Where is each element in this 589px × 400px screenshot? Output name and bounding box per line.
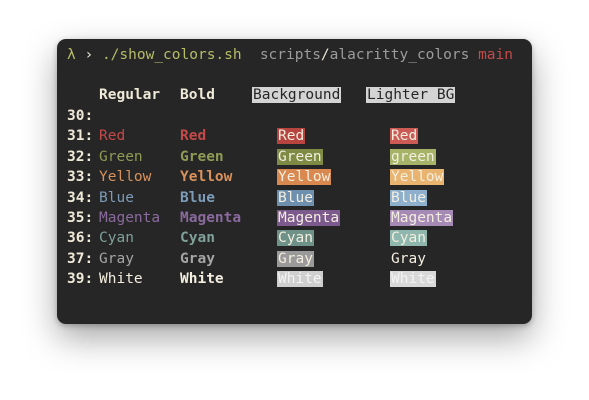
background-cell-blue: Blue [277,188,314,208]
right-prompt: scripts/alacritty_colors main [260,45,513,65]
row-number: 37: [67,250,94,267]
cwd-separator: / [320,47,330,63]
bold-red: Red [180,128,207,145]
lighter-bg-blue: Blue [390,189,427,206]
row-number: 39: [67,271,94,288]
header-background-cell: Background [252,85,342,105]
background-blue: Blue [277,189,314,206]
lighter-bg-magenta: Magenta [390,210,454,226]
cwd-current: alacritty_colors [329,47,470,63]
background-magenta: Magenta [277,210,341,226]
prompt-arrow-icon: › [84,47,94,63]
regular-green: Green [99,148,143,165]
lighter-bg-cyan: Cyan [390,230,427,247]
background-cell-white: White [277,269,323,289]
bold-magenta: Magenta [180,210,242,226]
shell-prompt: λ › ./show_colors.sh [67,45,242,65]
lighter-bg-white: White [390,271,436,288]
header-bold: Bold [180,87,215,103]
background-cell-green: Green [277,147,323,167]
row-number: 33: [67,169,94,186]
lighter-bg-cell-magenta: Magenta [390,208,454,228]
regular-gray: Gray [99,250,134,267]
background-cell-red: Red [277,126,306,146]
lighter-bg-cell-white: White [390,269,436,289]
regular-red: Red [99,128,126,145]
background-green: Green [277,148,323,165]
background-red: Red [277,128,306,145]
lighter-bg-cell-green: green [390,147,436,167]
background-cell-magenta: Magenta [277,208,341,228]
header-regular: Regular [99,87,161,103]
lighter-bg-red: Red [390,128,419,145]
header-lighter-bg: Lighter BG [366,87,456,103]
bold-blue: Blue [180,189,215,206]
header-lighter-bg-cell: Lighter BG [366,85,456,105]
background-cell-cyan: Cyan [277,228,314,248]
bold-green: Green [180,148,224,165]
command-text: ./show_colors.sh [101,47,242,63]
lighter-bg-cell-cyan: Cyan [390,228,427,248]
background-cyan: Cyan [277,230,314,247]
lighter-bg-green: green [390,148,436,165]
header-background: Background [252,87,342,103]
lighter-bg-cell-red: Red [390,126,419,146]
background-cell-yellow: Yellow [277,167,332,187]
bold-gray: Gray [180,250,215,267]
prompt-symbol: λ [67,47,76,63]
lighter-bg-gray: Gray [390,250,427,267]
cwd-parent: scripts [259,47,321,63]
row-number: 32: [67,148,94,165]
bold-white: White [180,271,224,288]
row-number: 36: [67,230,94,247]
row-number: 31: [67,128,94,145]
row-number: 35: [67,210,94,226]
background-cell-gray: Gray [277,249,314,269]
lighter-bg-cell-yellow: Yellow [390,167,445,187]
background-gray: Gray [277,250,314,267]
bold-yellow: Yellow [180,169,233,186]
regular-magenta: Magenta [99,210,161,226]
regular-blue: Blue [99,189,134,206]
regular-yellow: Yellow [99,169,152,186]
background-white: White [277,271,323,288]
bold-cyan: Cyan [180,230,215,247]
terminal-window[interactable]: λ › ./show_colors.sh scripts/alacritty_c… [57,39,532,324]
row-number: 30: [67,108,94,124]
lighter-bg-cell-gray: Gray [390,249,427,269]
git-branch: main [478,47,513,63]
row-number: 34: [67,189,94,206]
background-yellow: Yellow [277,169,332,186]
regular-cyan: Cyan [99,230,134,247]
regular-white: White [99,271,143,288]
lighter-bg-cell-blue: Blue [390,188,427,208]
lighter-bg-yellow: Yellow [390,169,445,186]
